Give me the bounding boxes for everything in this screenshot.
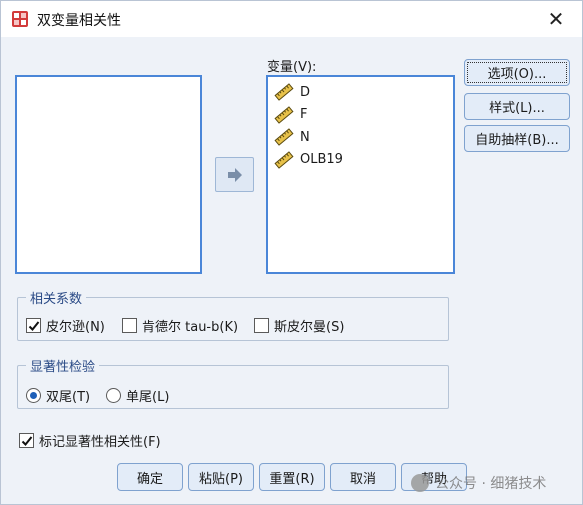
- radio-selected-dot: [30, 392, 37, 399]
- wechat-icon: [411, 474, 429, 492]
- spearman-checkbox[interactable]: 斯皮尔曼(S): [254, 316, 344, 335]
- checkbox-box: [122, 318, 137, 333]
- checkmark-icon: [28, 320, 39, 331]
- checkbox-label: 斯皮尔曼(S): [274, 320, 345, 335]
- watermark: 公众号 · 细猪技术: [411, 473, 546, 493]
- window-title: 双变量相关性: [37, 13, 121, 29]
- selected-variables-list[interactable]: D F N OLB19: [266, 75, 455, 274]
- significance-test-group: 显著性检验 双尾(T) 单尾(L): [17, 356, 449, 409]
- paste-button[interactable]: 粘贴(P): [188, 463, 254, 491]
- close-button[interactable]: ✕: [536, 5, 576, 33]
- checkmark-icon: [21, 435, 32, 446]
- spss-app-icon: [12, 11, 28, 27]
- checkbox-label: 标记显著性相关性(F): [39, 435, 161, 450]
- group-title: 相关系数: [26, 288, 87, 307]
- radio-circle: [26, 388, 41, 403]
- two-tailed-radio[interactable]: 双尾(T): [26, 386, 90, 405]
- move-variable-button[interactable]: [215, 157, 254, 192]
- cancel-button[interactable]: 取消: [330, 463, 396, 491]
- kendall-checkbox[interactable]: 肯德尔 tau-b(K): [122, 316, 238, 335]
- watermark-text: 公众号 · 细猪技术: [435, 476, 547, 492]
- variable-name: N: [300, 129, 310, 145]
- pearson-checkbox[interactable]: 皮尔逊(N): [26, 316, 105, 335]
- bivariate-correlation-dialog: 双变量相关性 ✕ 变量(V): D F N OLB19 选项(O)... 样式(…: [0, 0, 583, 505]
- variable-name: D: [300, 84, 311, 100]
- scale-ruler-icon: [274, 83, 294, 102]
- options-button[interactable]: 选项(O)...: [464, 59, 570, 86]
- list-item[interactable]: D: [268, 81, 453, 104]
- list-item[interactable]: OLB19: [268, 149, 453, 172]
- close-icon: ✕: [547, 7, 565, 31]
- group-title: 显著性检验: [26, 356, 100, 375]
- source-variable-list[interactable]: [15, 75, 202, 274]
- radio-label: 双尾(T): [46, 390, 91, 405]
- correlation-coefficients-group: 相关系数 皮尔逊(N) 肯德尔 tau-b(K) 斯皮尔曼(S): [17, 288, 449, 341]
- scale-ruler-icon: [274, 128, 294, 147]
- checkbox-box: [26, 318, 41, 333]
- checkbox-label: 肯德尔 tau-b(K): [142, 320, 239, 335]
- bootstrap-button[interactable]: 自助抽样(B)...: [464, 125, 570, 152]
- radio-label: 单尾(L): [126, 390, 170, 405]
- checkbox-box: [19, 433, 34, 448]
- one-tailed-radio[interactable]: 单尾(L): [106, 386, 169, 405]
- radio-circle: [106, 388, 121, 403]
- style-button[interactable]: 样式(L)...: [464, 93, 570, 120]
- arrow-right-icon: [227, 167, 242, 182]
- checkbox-label: 皮尔逊(N): [46, 320, 105, 335]
- list-item[interactable]: N: [268, 126, 453, 149]
- reset-button[interactable]: 重置(R): [259, 463, 325, 491]
- list-item[interactable]: F: [268, 104, 453, 127]
- title-bar: 双变量相关性 ✕: [1, 1, 582, 37]
- checkbox-box: [254, 318, 269, 333]
- scale-ruler-icon: [274, 105, 294, 124]
- flag-significant-checkbox[interactable]: 标记显著性相关性(F): [19, 431, 161, 450]
- variables-label: 变量(V):: [267, 60, 317, 75]
- ok-button[interactable]: 确定: [117, 463, 183, 491]
- scale-ruler-icon: [274, 150, 294, 169]
- variable-name: OLB19: [300, 152, 343, 168]
- variable-name: F: [300, 107, 308, 123]
